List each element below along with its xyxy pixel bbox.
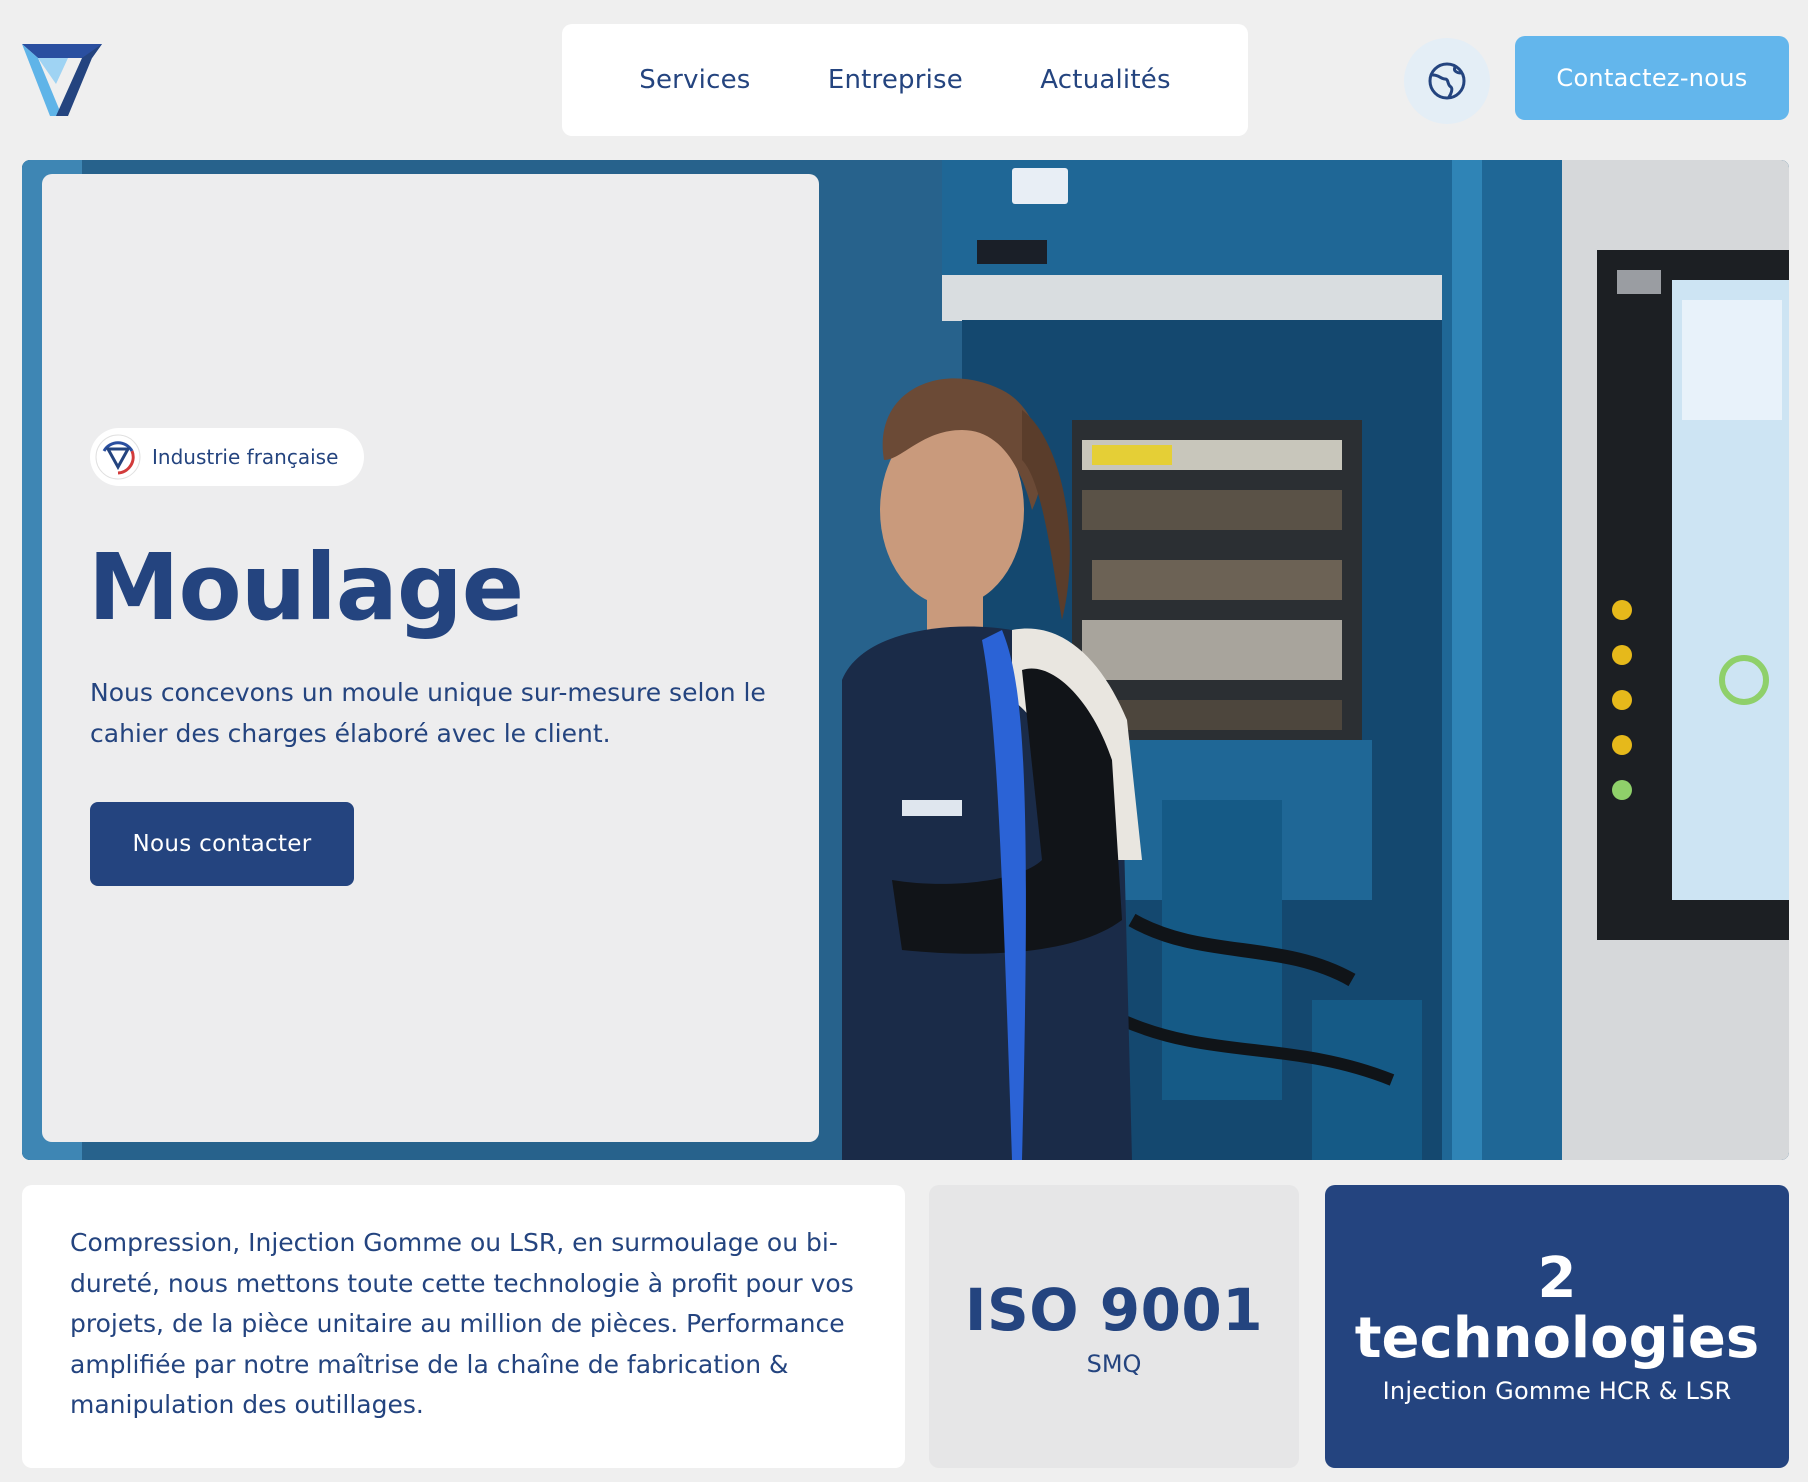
contact-cta-button[interactable]: Nous contacter: [90, 802, 354, 886]
technologies-word: technologies: [1354, 1305, 1760, 1371]
iso-card: ISO 9001 SMQ: [929, 1185, 1299, 1468]
technologies-count: 2: [1537, 1245, 1577, 1311]
technology-description: Compression, Injection Gomme ou LSR, en …: [70, 1228, 854, 1419]
nav-services[interactable]: Services: [639, 65, 750, 95]
iso-label: SMQ: [1086, 1349, 1142, 1378]
technologies-label: Injection Gomme HCR & LSR: [1382, 1376, 1732, 1405]
badge-label: Industrie française: [152, 445, 339, 469]
language-button[interactable]: [1404, 38, 1490, 124]
nav-actualites[interactable]: Actualités: [1040, 65, 1170, 95]
iso-value: ISO 9001: [964, 1275, 1264, 1344]
contact-us-button[interactable]: Contactez-nous: [1515, 36, 1789, 120]
hero-description: Nous concevons un moule unique sur-mesur…: [90, 678, 766, 748]
origin-badge: Industrie française: [90, 428, 365, 486]
brand-logo[interactable]: [22, 44, 102, 118]
nav-entreprise[interactable]: Entreprise: [828, 65, 963, 95]
page-title: Moulage: [88, 534, 524, 641]
technology-description-card: Compression, Injection Gomme ou LSR, en …: [22, 1185, 905, 1468]
badge-logo-icon: [94, 433, 142, 481]
hero-card: Industrie française Moulage Nous concevo…: [42, 174, 819, 1142]
brand-logo-icon: [22, 44, 102, 116]
main-navigation: Services Entreprise Actualités: [562, 24, 1248, 136]
hero-section: Industrie française Moulage Nous concevo…: [22, 160, 1789, 1160]
technologies-card: 2 technologies Injection Gomme HCR & LSR: [1325, 1185, 1789, 1468]
globe-icon: [1428, 62, 1466, 100]
